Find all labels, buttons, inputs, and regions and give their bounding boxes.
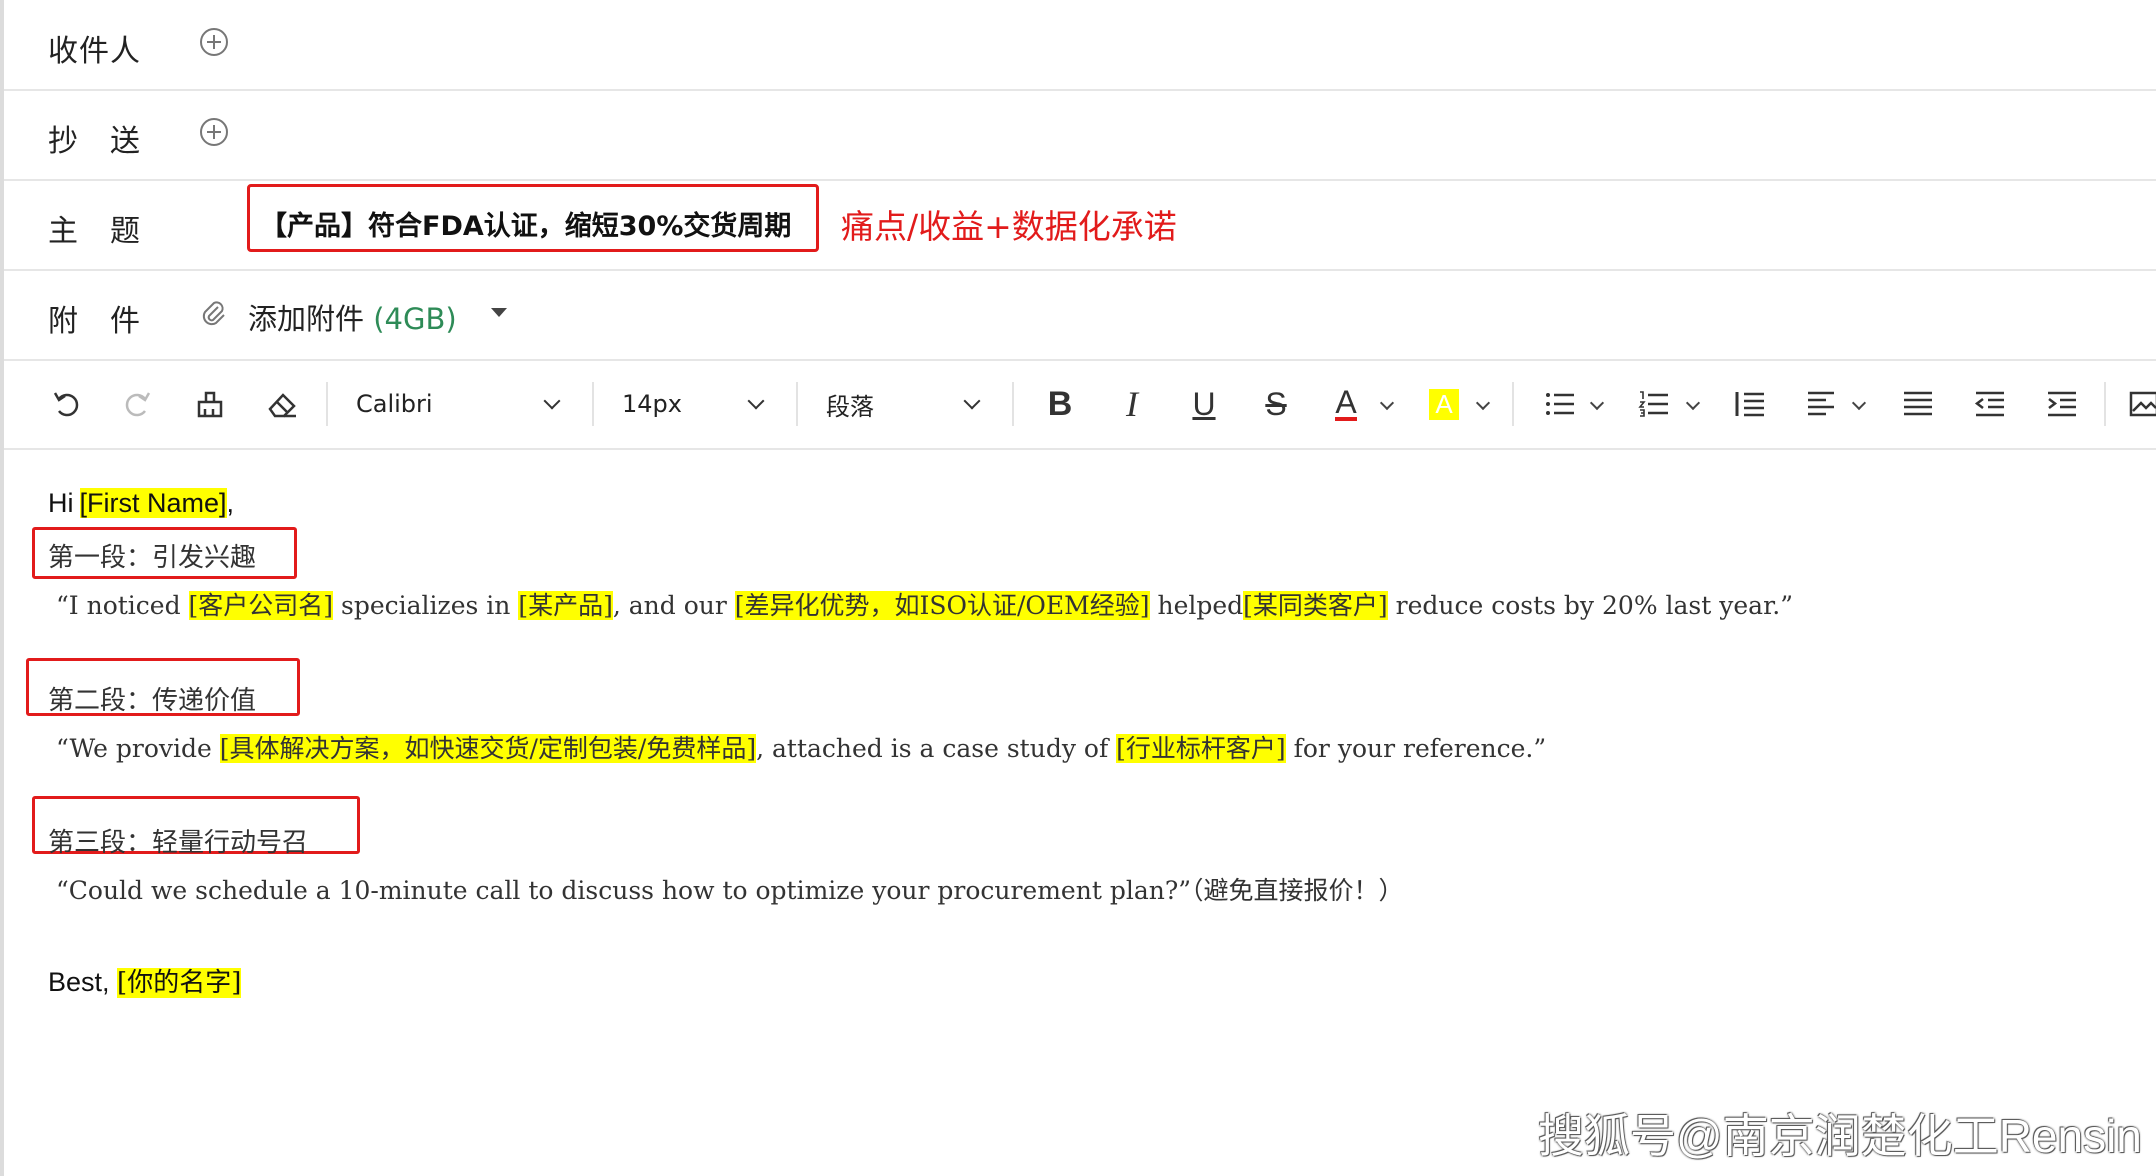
align-chevron-icon[interactable] [1851,395,1867,411]
signoff-best: Best, [48,967,110,997]
add-attachment-label: 添加附件 [248,302,365,336]
product-placeholder: [某产品] [518,591,613,620]
para2-text-segment: for your reference.” [1285,734,1547,763]
font-size-select[interactable]: 14px [622,360,774,448]
chevron-down-icon [543,392,561,410]
paragraph-style-select[interactable]: 段落 [826,360,990,448]
to-row: 收件人 [4,0,2156,91]
bold-button[interactable]: B [1040,360,1080,448]
greeting-comma: , [226,488,235,518]
strikethrough-button[interactable]: S [1256,360,1296,448]
solution-placeholder: [具体解决方案，如快速交货/定制包装/免费样品] [219,734,757,763]
highlight-color-button[interactable]: A [1424,360,1464,448]
subject-row: 主 题 【产品】符合FDA认证，缩短30%交货周期 痛点/收益+数据化承诺 [4,180,2156,271]
underline-button[interactable]: U [1184,360,1224,448]
para3-label: 第三段：轻量行动号召 [48,828,309,858]
toolbar-separator [1012,382,1014,426]
toolbar-separator [796,382,798,426]
para1-text-segment: reduce costs by 20% last year.” [1387,591,1793,620]
toolbar-separator [2104,382,2106,426]
toolbar-separator [326,382,328,426]
add-cc-icon[interactable] [200,118,228,146]
attachment-dropdown-icon[interactable] [491,308,507,317]
attachment-row: 附 件 添加附件 (4GB) [4,270,2156,361]
format-painter-icon[interactable] [190,360,230,448]
para1-text-segment: specializes in [333,591,519,620]
para2-text: “We provide [具体解决方案，如快速交货/定制包装/免费样品], at… [56,729,1546,765]
add-attachment-button[interactable]: 添加附件 (4GB) [248,296,457,338]
para1-label: 第一段：引发兴趣 [48,543,257,573]
to-label: 收件人 [48,34,141,69]
para1-text-segment: “I noticed [56,591,189,620]
redo-icon[interactable] [118,360,158,448]
cc-row: 抄 送 [4,90,2156,181]
bullet-list-chevron-icon[interactable] [1589,395,1605,411]
paragraph-style-value: 段落 [826,392,874,421]
undo-icon[interactable] [46,360,86,448]
subject-annotation: 痛点/收益+数据化承诺 [841,207,1177,246]
numbered-list-icon[interactable] [1634,360,1674,448]
similar-client-placeholder: [某同类客户] [1243,591,1388,620]
subject-label: 主 题 [48,214,141,249]
para2-text-segment: “We provide [56,734,220,763]
line-spacing-icon[interactable] [1898,360,1938,448]
eraser-icon[interactable] [262,360,302,448]
font-color-chevron-icon[interactable] [1379,395,1395,411]
font-family-select[interactable]: Calibri [356,360,570,448]
outdent-icon[interactable] [1970,360,2010,448]
subject-value: 【产品】符合FDA认证，缩短30%交货周期 [260,211,792,242]
italic-button[interactable]: I [1112,360,1152,448]
para3-text: “Could we schedule a 10-minute call to d… [56,876,1404,905]
editor-toolbar: Calibri 14px 段落 B I U S A A [4,360,2156,450]
attachment-label: 附 件 [48,304,141,339]
signoff-line: Best, [你的名字] [48,962,242,999]
font-color-button[interactable]: A [1326,360,1366,448]
highlight-chevron-icon[interactable] [1475,395,1491,411]
attachment-size-limit: (4GB) [373,302,457,336]
highlight-glyph: A [1429,388,1459,420]
font-family-value: Calibri [356,390,433,418]
para1-text: “I noticed [客户公司名] specializes in [某产品],… [56,586,1793,622]
para2-label: 第二段：传递价值 [48,686,257,716]
para2-text-segment: , attached is a case study of [756,734,1117,763]
chevron-down-icon [963,392,981,410]
align-left-icon[interactable] [1802,360,1842,448]
greeting-hi: Hi [48,488,74,518]
font-color-glyph: A [1335,384,1357,421]
your-name-placeholder: [你的名字] [117,968,242,998]
bullet-list-icon[interactable] [1540,360,1580,448]
benchmark-client-placeholder: [行业标杆客户] [1116,734,1286,763]
first-name-placeholder: [First Name] [79,488,227,518]
subject-input[interactable]: 【产品】符合FDA认证，缩短30%交货周期 [247,184,819,252]
font-size-value: 14px [622,390,682,418]
toolbar-separator [592,382,594,426]
indent-icon[interactable] [2042,360,2082,448]
paperclip-icon[interactable] [200,299,226,329]
blockquote-icon[interactable] [1730,360,1770,448]
greeting-line: Hi [First Name], [48,488,234,519]
insert-image-icon[interactable] [2128,360,2156,448]
company-name-placeholder: [客户公司名] [188,591,334,620]
cc-label: 抄 送 [48,124,141,159]
numbered-list-chevron-icon[interactable] [1685,395,1701,411]
advantage-placeholder: [差异化优势，如ISO认证/OEM经验] [734,591,1150,620]
add-recipient-icon[interactable] [200,28,228,56]
para1-text-segment: , and our [612,591,735,620]
watermark: 搜狐号@南京润楚化工Rensin [1538,1110,2142,1162]
email-body-editor[interactable]: Hi [First Name], 第一段：引发兴趣 “I noticed [客户公… [4,450,2156,1176]
para1-text-segment: helped [1149,591,1244,620]
chevron-down-icon [747,392,765,410]
toolbar-separator [1512,382,1514,426]
